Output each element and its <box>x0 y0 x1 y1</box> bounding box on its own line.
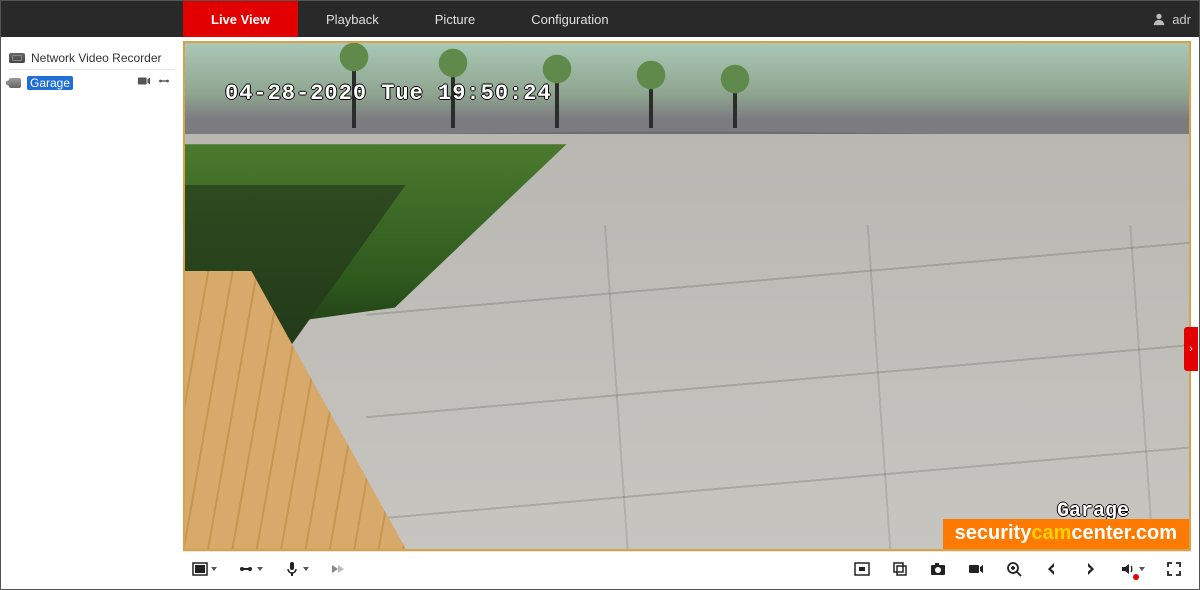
topbar-left-gap <box>1 1 183 37</box>
speaker-icon <box>1119 560 1137 578</box>
tab-label: Picture <box>435 12 475 27</box>
stop-all-button[interactable] <box>853 560 871 578</box>
live-toolbar <box>183 551 1191 585</box>
main-area: Network Video Recorder Garage <box>1 37 1199 589</box>
panel-collapse-tab[interactable]: › <box>1184 327 1198 371</box>
user-menu[interactable]: adr <box>1144 1 1199 37</box>
device-heading[interactable]: Network Video Recorder <box>9 43 175 70</box>
tab-live-view[interactable]: Live View <box>183 1 298 37</box>
watermark-part1: security <box>955 522 1032 544</box>
layout-single-icon <box>191 560 209 578</box>
chevron-down-icon <box>1139 567 1145 571</box>
chevron-right-icon: › <box>1189 343 1193 355</box>
watermark-part3: center <box>1071 522 1130 544</box>
record-button[interactable] <box>967 560 985 578</box>
chevron-down-icon <box>303 567 309 571</box>
layout-button[interactable] <box>191 560 217 578</box>
tab-label: Live View <box>211 12 270 27</box>
watermark-banner: securitycamcenter.com <box>943 519 1189 549</box>
prev-page-button[interactable] <box>1043 560 1061 578</box>
stream-icon[interactable] <box>157 74 171 88</box>
stream-switch-button[interactable] <box>237 560 263 578</box>
video-scene <box>185 43 1189 549</box>
tab-playback[interactable]: Playback <box>298 1 407 37</box>
tab-configuration[interactable]: Configuration <box>503 1 636 37</box>
content-column: 04-28-2020 Tue 19:50:24 Garage securityc… <box>183 37 1199 589</box>
snapshot-button[interactable] <box>929 560 947 578</box>
tab-label: Playback <box>326 12 379 27</box>
camera-row-tools <box>137 74 171 88</box>
chevron-down-icon <box>211 567 217 571</box>
record-icon[interactable] <box>137 74 151 88</box>
video-live-view[interactable]: 04-28-2020 Tue 19:50:24 Garage securityc… <box>183 41 1191 551</box>
chevron-down-icon <box>257 567 263 571</box>
nvr-icon <box>9 53 25 63</box>
next-page-button[interactable] <box>1081 560 1099 578</box>
tab-picture[interactable]: Picture <box>407 1 503 37</box>
watermark-ext: .com <box>1130 522 1177 544</box>
tab-label: Configuration <box>531 12 608 27</box>
speaker-button[interactable] <box>1119 560 1145 578</box>
digital-zoom-button[interactable] <box>1005 560 1023 578</box>
multi-window-button[interactable] <box>891 560 909 578</box>
camera-sidebar: Network Video Recorder Garage <box>1 37 183 589</box>
camera-icon <box>9 78 21 88</box>
camera-name-label: Garage <box>27 76 73 90</box>
fullscreen-button[interactable] <box>1165 560 1183 578</box>
username-label: adr <box>1172 12 1191 27</box>
device-label: Network Video Recorder <box>31 51 162 65</box>
ptz-3d-button[interactable] <box>329 560 347 578</box>
osd-timestamp: 04-28-2020 Tue 19:50:24 <box>225 81 552 106</box>
microphone-icon <box>283 560 301 578</box>
top-navbar: Live View Playback Picture Configuration… <box>1 1 1199 37</box>
watermark-part2: cam <box>1031 522 1071 544</box>
sidebar-camera-item[interactable]: Garage <box>9 70 175 96</box>
two-way-audio-button[interactable] <box>283 560 309 578</box>
user-icon <box>1152 12 1166 26</box>
stream-switch-icon <box>237 560 255 578</box>
